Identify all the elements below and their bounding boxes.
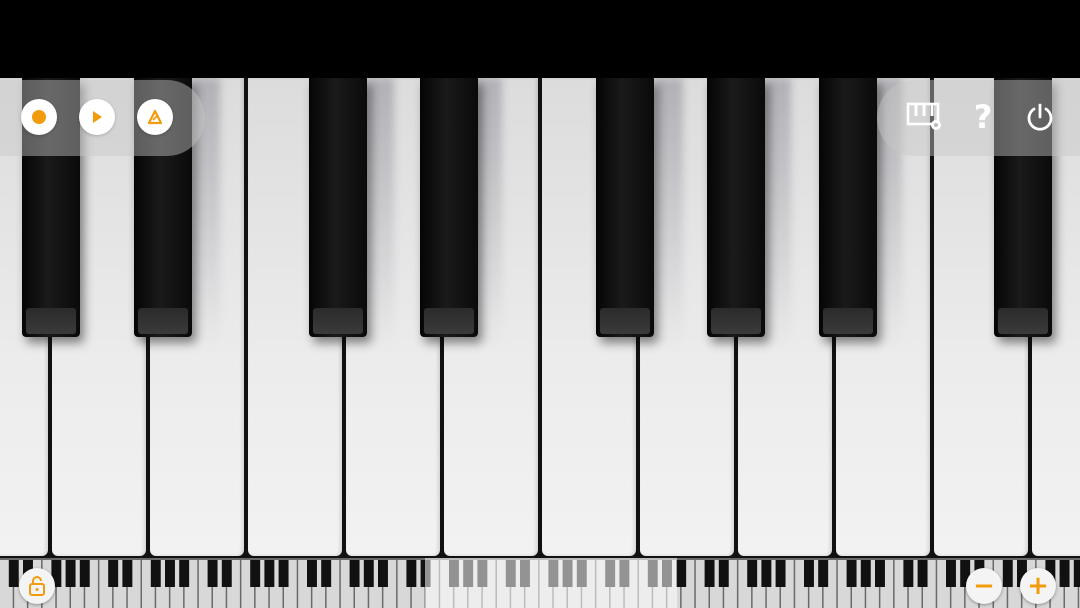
record-icon (32, 110, 46, 124)
mini-black-key (321, 560, 332, 587)
mini-black-key (65, 560, 76, 587)
mini-black-key (846, 560, 857, 587)
mini-black-key (122, 560, 133, 587)
mini-black-key (378, 560, 388, 587)
mini-black-key (917, 560, 928, 587)
play-button[interactable]: play-icon (79, 99, 115, 135)
mini-black-key (278, 560, 289, 587)
mini-keyboard-navigator[interactable] (0, 558, 1080, 608)
mini-black-key (946, 560, 956, 587)
zoom-out-label: − (973, 571, 995, 601)
metronome-icon (147, 109, 163, 125)
mini-black-key (761, 560, 772, 587)
status-bar (0, 0, 1080, 78)
help-button[interactable]: ? (962, 96, 1004, 138)
mini-black-key (875, 560, 885, 587)
mini-black-key (704, 560, 715, 587)
mini-black-key (818, 560, 829, 587)
mini-black-key (8, 560, 19, 587)
mini-black-key (250, 560, 261, 587)
mini-black-key (264, 560, 275, 587)
black-key[interactable] (420, 78, 478, 337)
mini-black-key (349, 560, 360, 587)
visible-range-indicator[interactable] (425, 558, 677, 608)
mini-black-key (108, 560, 119, 587)
mini-black-key (1059, 560, 1070, 587)
mini-black-key (804, 560, 814, 587)
black-key[interactable] (596, 78, 654, 337)
mini-black-key (1002, 560, 1013, 587)
metronome-button[interactable]: metronome-icon (137, 99, 173, 135)
zoom-in-button[interactable]: + (1020, 568, 1056, 604)
lock-button[interactable]: lock-icon (19, 568, 55, 604)
mini-black-key (79, 560, 90, 587)
mini-black-key (718, 560, 729, 587)
help-label: ? (973, 98, 993, 136)
keyboard-settings-icon (906, 102, 941, 130)
mini-black-key (406, 560, 417, 587)
mini-black-key (676, 560, 687, 587)
mini-black-key (150, 560, 161, 587)
mini-black-key (860, 560, 871, 587)
lock-icon (29, 576, 45, 596)
black-key[interactable] (309, 78, 367, 337)
mini-black-key (775, 560, 786, 587)
power-icon (1027, 103, 1053, 131)
black-key[interactable] (707, 78, 765, 337)
mini-black-key (363, 560, 374, 587)
record-button[interactable]: record-icon (21, 99, 57, 135)
mini-black-key (903, 560, 914, 587)
power-button[interactable]: power-icon (1019, 96, 1061, 138)
mini-black-key (221, 560, 232, 587)
mini-black-key (747, 560, 758, 587)
mini-black-key (307, 560, 317, 587)
zoom-in-label: + (1027, 571, 1049, 601)
mini-black-key (165, 560, 175, 587)
mini-black-key (179, 560, 190, 587)
mini-black-key (1073, 560, 1080, 587)
zoom-out-button[interactable]: − (966, 568, 1002, 604)
black-key[interactable] (819, 78, 877, 337)
mini-black-key (207, 560, 218, 587)
play-icon (93, 111, 102, 123)
keyboard-settings-button[interactable]: keyboard-settings-icon (903, 96, 945, 138)
